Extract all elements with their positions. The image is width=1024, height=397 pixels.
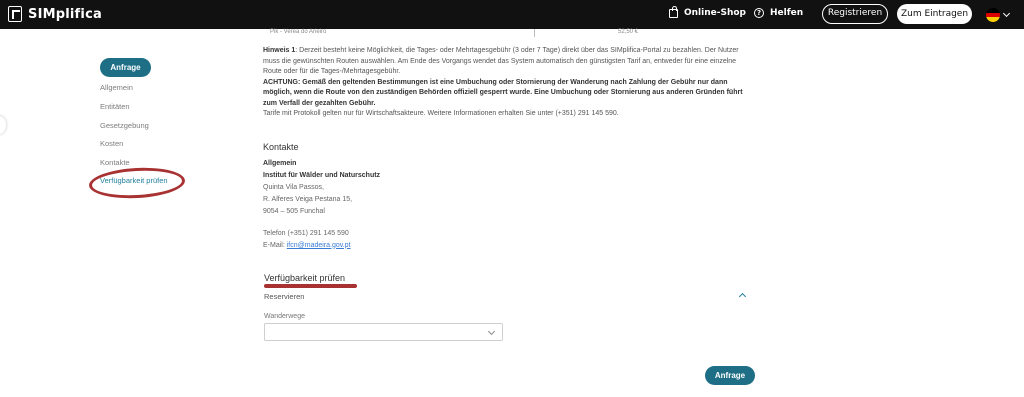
hiking-trails-select[interactable] [264, 323, 503, 341]
sidebar: Anfrage Allgemein Entitäten Gesetzgebung… [100, 57, 168, 185]
help-icon: ? [754, 8, 764, 18]
top-bar: SIMplifica Online-Shop ? Helfen Registri… [0, 0, 1024, 29]
contact-email-label: E-Mail: [263, 241, 285, 249]
contact-email-row: E-Mail: ifcn@madeira.gov.pt [263, 240, 755, 252]
request-submit-button[interactable]: Anfrage [705, 366, 755, 385]
help-link[interactable]: ? Helfen [754, 8, 803, 18]
online-shop-label: Online-Shop [684, 8, 746, 18]
table-divider [534, 29, 535, 37]
red-underline-annotation [264, 284, 357, 288]
contact-address-2: R. Alferes Veiga Pestana 15, [263, 195, 353, 203]
sidebar-item-gesetzgebung[interactable]: Gesetzgebung [100, 121, 149, 130]
logo[interactable]: SIMplifica [8, 6, 102, 22]
warning-text: : Gemäß den geltenden Bestimmungen ist e… [263, 78, 743, 107]
reserve-accordion-header[interactable]: Reservieren [264, 292, 749, 301]
register-button[interactable]: Registrieren [822, 4, 888, 24]
logo-text: SIMplifica [28, 6, 102, 22]
german-flag-icon[interactable] [986, 8, 1000, 22]
warning-label: ACHTUNG [263, 78, 298, 86]
red-circle-annotation [88, 165, 186, 201]
sidebar-item-allgemein[interactable]: Allgemein [100, 83, 133, 92]
chevron-down-icon[interactable] [1002, 9, 1011, 18]
contact-email-link[interactable]: ifcn@madeira.gov.pt [287, 242, 351, 249]
hint-label: Hinweis 1 [263, 47, 296, 54]
contacts-title: Kontakte [263, 141, 299, 152]
contact-address-3: 9054 – 505 Funchal [263, 207, 325, 215]
shopping-bag-icon [669, 5, 678, 18]
main-content: Hinweis 1: Derzeit besteht keine Möglich… [263, 46, 755, 252]
sidebar-item-kontakte[interactable]: Kontakte [100, 158, 130, 167]
sidebar-item-entitaeten[interactable]: Entitäten [100, 102, 130, 111]
reserve-label: Reservieren [264, 292, 305, 301]
login-button[interactable]: Zum Eintragen [897, 4, 972, 24]
hint-text: : Derzeit besteht keine Möglichkeit, die… [263, 47, 739, 75]
side-collapse-tab[interactable] [0, 116, 6, 134]
contact-address-1: Quinta Vila Passos, [263, 183, 324, 191]
cost-row-price: 52,50 € [618, 29, 639, 35]
logo-icon [8, 6, 22, 22]
contact-block: Allgemein Institut für Wälder und Naturs… [263, 158, 755, 252]
warning-paragraph: ACHTUNG: Gemäß den geltenden Bestimmunge… [263, 78, 755, 110]
sidebar-request-button[interactable]: Anfrage [100, 58, 151, 77]
hiking-trails-label: Wanderwege [264, 313, 305, 320]
online-shop-link[interactable]: Online-Shop [669, 5, 746, 18]
contact-group: Allgemein [263, 159, 297, 167]
help-label: Helfen [770, 8, 804, 18]
sidebar-item-kosten[interactable]: Kosten [100, 139, 123, 148]
cost-row-route: Pik - Verea do Arieiro [270, 29, 327, 35]
availability-title: Verfügbarkeit prüfen [264, 273, 346, 283]
contact-phone: Telefon (+351) 291 145 590 [263, 229, 349, 237]
contact-org: Institut für Wälder und Naturschutz [263, 171, 381, 179]
hint-paragraph: Hinweis 1: Derzeit besteht keine Möglich… [263, 46, 755, 78]
chevron-down-icon [487, 327, 496, 336]
chevron-up-icon[interactable] [738, 292, 747, 301]
tariff-paragraph: Tarife mit Protokoll gelten nur für Wirt… [263, 110, 619, 117]
